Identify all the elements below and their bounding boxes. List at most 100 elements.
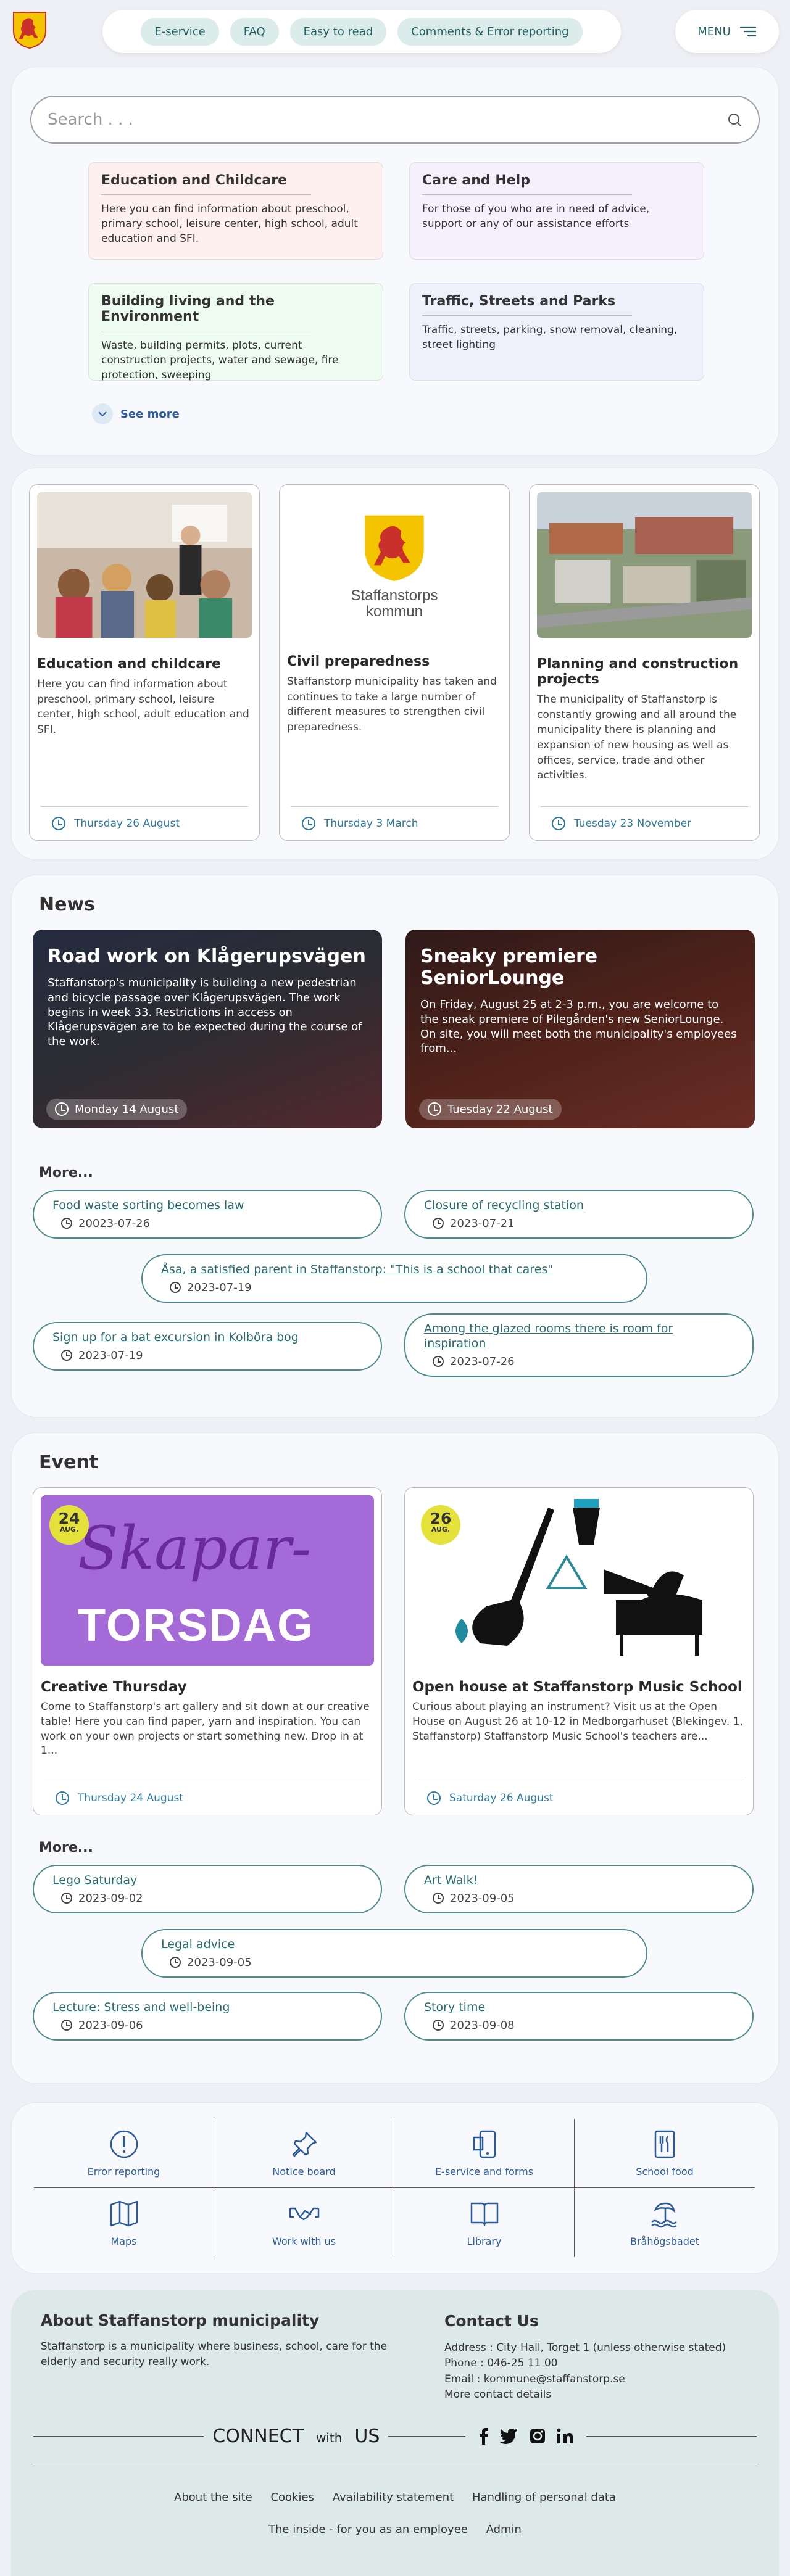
footer-links-row1: About the site Cookies Availability stat… — [11, 2491, 779, 2504]
coat-of-arms-icon — [365, 515, 424, 581]
quick-link-label: Notice board — [272, 2166, 336, 2178]
list-item-date: 2023-09-05 — [424, 1892, 734, 1905]
event-card-open-house-music[interactable]: 26 AUG. Open house at Staffanstorp Music … — [404, 1487, 754, 1815]
event-card-creative-thursday[interactable]: Skapar- TORSDAG 24 AUG. Creative Thursday… — [33, 1487, 382, 1815]
category-care[interactable]: Care and Help For those of you who are i… — [409, 162, 704, 260]
featured-date: Thursday 3 March — [291, 806, 498, 830]
aerial-construction-image — [537, 492, 752, 638]
featured-card-planning[interactable]: Planning and construction projects The m… — [529, 484, 760, 841]
news-list-item[interactable]: Closure of recycling station 2023-07-21 — [404, 1190, 754, 1239]
badge-day: 24 — [58, 1509, 80, 1527]
quick-link-maps[interactable]: Maps — [34, 2188, 214, 2257]
email-label: Email : — [444, 2372, 484, 2385]
quick-link-notice-board[interactable]: Notice board — [214, 2119, 394, 2188]
category-traffic[interactable]: Traffic, Streets and Parks Traffic, stre… — [409, 283, 704, 381]
category-text: Traffic, streets, parking, snow removal,… — [422, 324, 678, 351]
coat-of-arms-logo[interactable] — [11, 10, 48, 49]
list-item-date: 2023-07-21 — [424, 1217, 734, 1230]
date-text: Monday 14 August — [75, 1102, 179, 1116]
list-item-link[interactable]: Åsa, a satisfied parent in Staffanstorp:… — [161, 1263, 628, 1278]
handshake-icon — [289, 2207, 319, 2220]
category-education[interactable]: Education and Childcare Here you can fin… — [88, 162, 383, 260]
contact-details-link[interactable]: contact details — [474, 2388, 552, 2401]
clock-icon — [433, 2020, 444, 2031]
contact-phone: Phone : 046-25 11 00 — [444, 2357, 558, 2369]
list-item-link[interactable]: Among the glazed rooms there is room for… — [424, 1322, 703, 1352]
news-card-seniorlounge[interactable]: Sneaky premiere SeniorLounge On Friday, … — [405, 930, 755, 1128]
nav-e-service[interactable]: E-service — [141, 17, 219, 46]
menu-label: MENU — [697, 25, 731, 38]
quick-link-library[interactable]: Library — [394, 2188, 575, 2257]
list-item-link[interactable]: Lego Saturday — [52, 1873, 362, 1888]
news-date: Tuesday 22 August — [419, 1099, 562, 1120]
list-item-link[interactable]: Lecture: Stress and well-being — [52, 2000, 362, 2015]
event-list-item[interactable]: Story time 2023-09-08 — [404, 1992, 754, 2041]
category-building[interactable]: Building living and the Environment Wast… — [88, 283, 383, 381]
badge-day: 26 — [430, 1509, 452, 1527]
clock-icon — [61, 1893, 72, 1904]
facebook-icon[interactable] — [479, 2427, 489, 2445]
quick-links-section: Error reporting Notice board E-service a… — [11, 2102, 779, 2274]
quick-link-brahogsbadet[interactable]: Bråhögsbadet — [575, 2188, 755, 2257]
nav-easy-to-read[interactable]: Easy to read — [289, 17, 387, 46]
category-text: For those of you who are in need of advi… — [422, 203, 650, 230]
news-card-road-work[interactable]: Road work on Klågerupsvägen Staffanstorp… — [33, 930, 382, 1128]
featured-title: Civil preparedness — [287, 654, 430, 669]
events-more-heading: More... — [39, 1840, 93, 1856]
footer-link-admin[interactable]: Admin — [486, 2523, 522, 2536]
twitter-icon[interactable] — [499, 2428, 518, 2444]
search-input[interactable]: Search . . . — [30, 96, 760, 144]
footer-link-inside-employee[interactable]: The inside - for you as an employee — [268, 2523, 468, 2536]
contact-title: Contact Us — [444, 2312, 539, 2330]
footer-link-availability[interactable]: Availability statement — [333, 2491, 454, 2504]
nav-comments-error-reporting[interactable]: Comments & Error reporting — [397, 17, 583, 46]
list-item-link[interactable]: Art Walk! — [424, 1873, 734, 1888]
quick-link-work-with-us[interactable]: Work with us — [214, 2188, 394, 2257]
featured-card-education[interactable]: Education and childcare Here you can fin… — [29, 484, 260, 841]
featured-card-civil-preparedness[interactable]: Staffanstorps kommun Civil preparedness … — [279, 484, 510, 841]
instagram-icon[interactable] — [530, 2428, 546, 2444]
event-list-item[interactable]: Lego Saturday 2023-09-02 — [33, 1865, 382, 1913]
list-item-link[interactable]: Food waste sorting becomes law — [52, 1199, 362, 1213]
footer-links-row2: The inside - for you as an employee Admi… — [11, 2523, 779, 2536]
footer-link-personal-data[interactable]: Handling of personal data — [472, 2491, 616, 2504]
event-list-item[interactable]: Lecture: Stress and well-being 2023-09-0… — [33, 1992, 382, 2041]
linkedin-icon[interactable] — [557, 2428, 573, 2444]
quick-link-school-food[interactable]: School food — [575, 2119, 755, 2188]
date-text: 2023-09-05 — [187, 1955, 252, 1969]
news-list-item[interactable]: Among the glazed rooms there is room for… — [404, 1313, 754, 1377]
see-more-link[interactable]: See more — [92, 403, 180, 424]
email-link[interactable]: kommune@staffanstorp.se — [484, 2373, 625, 2385]
list-item-link[interactable]: Legal advice — [161, 1938, 628, 1952]
event-date: Thursday 24 August — [44, 1781, 370, 1805]
list-item-date: 2023-09-08 — [424, 2019, 734, 2032]
quick-link-error-reporting[interactable]: Error reporting — [34, 2119, 214, 2188]
food-icon — [654, 2130, 675, 2158]
news-list-item[interactable]: Food waste sorting becomes law 20023-07-… — [33, 1190, 382, 1239]
date-text: 20023-07-26 — [78, 1216, 151, 1230]
pin-icon — [292, 2131, 317, 2157]
event-date-badge: 24 AUG. — [49, 1505, 89, 1545]
list-item-link[interactable]: Story time — [424, 2000, 734, 2015]
phone-icon — [473, 2130, 496, 2158]
list-item-link[interactable]: Sign up for a bat excursion in Kolböra b… — [52, 1331, 362, 1345]
footer-link-cookies[interactable]: Cookies — [270, 2491, 314, 2504]
clock-icon — [61, 1350, 72, 1361]
quick-link-label: Library — [467, 2235, 502, 2247]
beach-icon — [651, 2202, 677, 2227]
list-item-link[interactable]: Closure of recycling station — [424, 1199, 734, 1213]
search-icon[interactable] — [726, 112, 742, 128]
news-list-item[interactable]: Sign up for a bat excursion in Kolböra b… — [33, 1322, 382, 1371]
quick-link-e-service[interactable]: E-service and forms — [394, 2119, 575, 2188]
event-list-item[interactable]: Art Walk! 2023-09-05 — [404, 1865, 754, 1913]
event-list-item[interactable]: Legal advice 2023-09-05 — [141, 1929, 647, 1978]
more-label: More — [444, 2388, 474, 2401]
nav-faq[interactable]: FAQ — [230, 17, 279, 46]
instruments-illustration — [455, 1499, 702, 1656]
news-list-item[interactable]: Åsa, a satisfied parent in Staffanstorp:… — [141, 1254, 647, 1303]
divider — [586, 2435, 757, 2437]
menu-button[interactable]: MENU — [675, 10, 779, 53]
skapar-torsdag-image: Skapar- TORSDAG 24 AUG. — [41, 1495, 374, 1666]
footer-link-about-site[interactable]: About the site — [174, 2491, 252, 2504]
news-text: On Friday, August 25 at 2-3 p.m., you ar… — [420, 998, 737, 1055]
